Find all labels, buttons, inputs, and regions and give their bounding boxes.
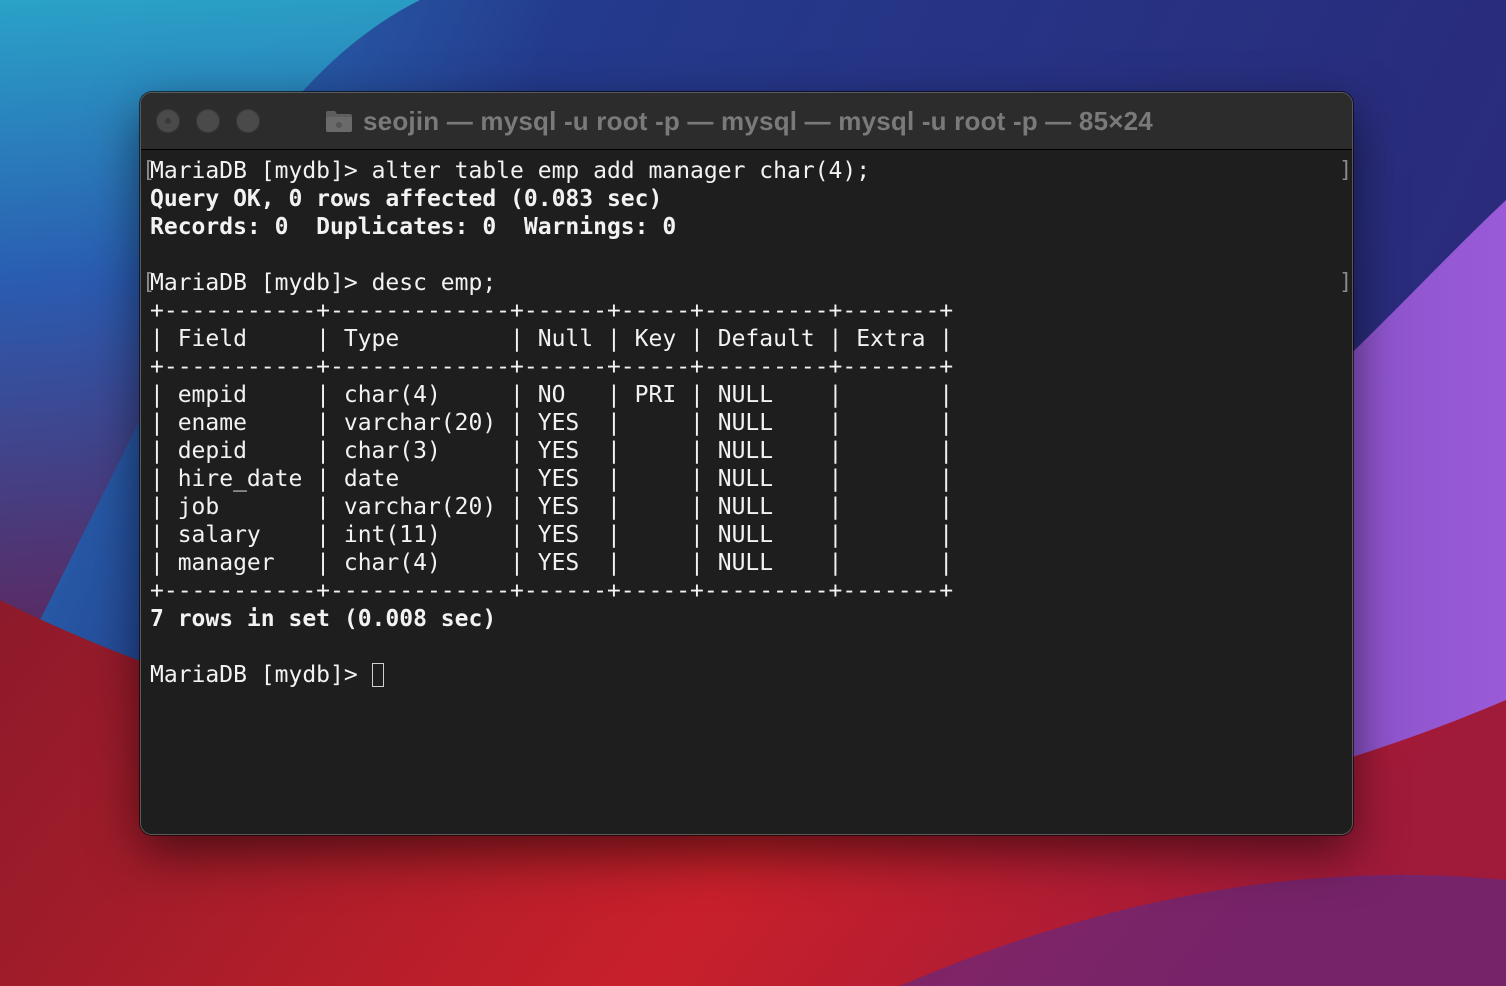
command-text: alter table emp add manager char(4); — [371, 158, 871, 184]
terminal-window[interactable]: seojin — mysql -u root -p — mysql — mysq… — [140, 92, 1353, 835]
close-button[interactable] — [156, 109, 180, 133]
folder-icon — [326, 111, 352, 132]
prompt: MariaDB [mydb]> — [150, 662, 372, 688]
terminal-content[interactable]: [ MariaDB [mydb]> alter table emp add ma… — [141, 150, 1352, 834]
close-dot-icon — [165, 118, 171, 124]
table-row: | ename | varchar(20) | YES | | NULL | | — [150, 410, 954, 436]
table-row: | salary | int(11) | YES | | NULL | | — [150, 522, 954, 548]
command-line-1: MariaDB [mydb]> alter table emp add mana… — [150, 157, 870, 185]
zoom-button[interactable] — [236, 109, 260, 133]
output-line: Records: 0 Duplicates: 0 Warnings: 0 — [150, 214, 677, 240]
table-row: | job | varchar(20) | YES | | NULL | | — [150, 494, 954, 520]
text-cursor[interactable] — [371, 663, 384, 687]
table-row: | depid | char(3) | YES | | NULL | | — [150, 438, 954, 464]
table-border-mid: +-----------+-------------+------+-----+… — [150, 354, 954, 380]
table-row: | hire_date | date | YES | | NULL | | — [150, 466, 954, 492]
prompt-mark-right: ] — [1339, 158, 1353, 183]
prompt-mark-right: ] — [1339, 270, 1353, 295]
output-line: Query OK, 0 rows affected (0.083 sec) — [150, 186, 663, 212]
command-text: desc emp; — [371, 270, 497, 296]
prompt: MariaDB [mydb]> — [150, 158, 372, 184]
table-border-top: +-----------+-------------+------+-----+… — [150, 298, 954, 324]
table-row: | manager | char(4) | YES | | NULL | | — [150, 550, 954, 576]
table-border-bottom: +-----------+-------------+------+-----+… — [150, 578, 954, 604]
window-title: seojin — mysql -u root -p — mysql — mysq… — [363, 105, 1153, 136]
command-line-2: MariaDB [mydb]> desc emp; — [150, 269, 496, 297]
prompt: MariaDB [mydb]> — [150, 270, 372, 296]
table-header-row: | Field | Type | Null | Key | Default | … — [150, 326, 954, 352]
minimize-button[interactable] — [196, 109, 220, 133]
window-title-group: seojin — mysql -u root -p — mysql — mysq… — [325, 105, 1153, 137]
output-line: 7 rows in set (0.008 sec) — [150, 606, 497, 632]
table-row: | empid | char(4) | NO | PRI | NULL | | — [150, 382, 954, 408]
window-titlebar[interactable]: seojin — mysql -u root -p — mysql — mysq… — [141, 93, 1352, 150]
current-prompt-line[interactable]: MariaDB [mydb]> — [150, 661, 384, 689]
